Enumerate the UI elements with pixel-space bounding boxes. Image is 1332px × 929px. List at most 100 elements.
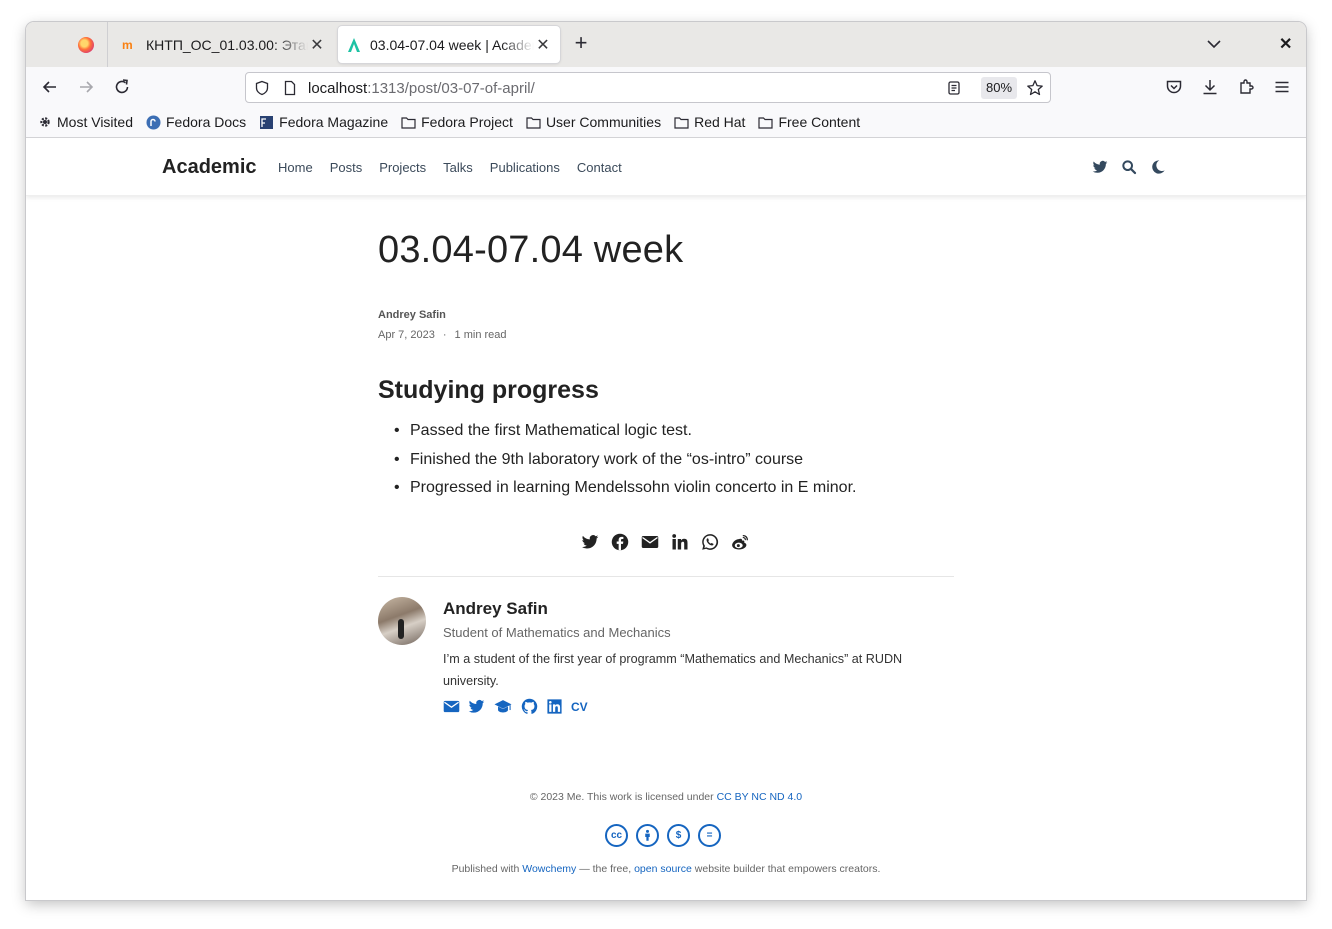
author-name[interactable]: Andrey Safin bbox=[443, 599, 548, 619]
new-tab-button[interactable]: + bbox=[570, 32, 592, 55]
bookmark-label: Red Hat bbox=[694, 114, 746, 130]
bookmark-label: Fedora Magazine bbox=[279, 114, 389, 130]
chevron-down-icon[interactable] bbox=[1204, 34, 1224, 54]
post-author[interactable]: Andrey Safin bbox=[378, 309, 446, 321]
url-path: :1313/post/03-07-of-april/ bbox=[367, 80, 535, 97]
window-close-icon[interactable]: ✕ bbox=[1279, 34, 1292, 54]
menu-item-talks[interactable]: Talks bbox=[443, 160, 473, 175]
twitter-icon[interactable] bbox=[1092, 159, 1108, 175]
back-arrow-icon[interactable] bbox=[40, 77, 60, 97]
url-host: localhost bbox=[308, 80, 368, 97]
non-commercial-icon: $ bbox=[667, 824, 690, 847]
search-icon[interactable] bbox=[1121, 159, 1137, 175]
moon-icon[interactable] bbox=[1150, 159, 1166, 175]
download-icon[interactable] bbox=[1200, 77, 1220, 97]
url-text[interactable]: localhost:1313/post/03-07-of-april/ bbox=[308, 80, 535, 97]
bookmark-free-content[interactable]: Free Content bbox=[758, 114, 860, 130]
weibo-icon[interactable] bbox=[731, 533, 749, 551]
tab-close-icon[interactable]: ✕ bbox=[534, 35, 552, 55]
avatar bbox=[378, 597, 426, 645]
fedora-magazine-icon bbox=[260, 115, 274, 129]
bookmark-label: Fedora Docs bbox=[166, 114, 247, 130]
copyright-text: © 2023 Me. This work is licensed under bbox=[529, 791, 717, 803]
bookmark-label: Free Content bbox=[778, 114, 861, 130]
pocket-icon[interactable] bbox=[1164, 77, 1184, 97]
reload-icon[interactable] bbox=[112, 77, 132, 97]
tab-title: КНТП_ОС_01.03.00: Этап bbox=[146, 36, 308, 53]
license-link[interactable]: CC BY NC ND 4.0 bbox=[717, 791, 803, 803]
list-item: Finished the 9th laboratory work of the … bbox=[378, 451, 856, 480]
url-bar[interactable]: localhost:1313/post/03-07-of-april/ 80% bbox=[245, 72, 1051, 103]
bookmark-fedora-project[interactable]: Fedora Project bbox=[401, 114, 513, 130]
folder-icon bbox=[526, 116, 541, 129]
linkedin-icon[interactable] bbox=[671, 533, 689, 551]
shield-icon[interactable] bbox=[254, 80, 270, 96]
menu-item-home[interactable]: Home bbox=[278, 160, 313, 175]
copyright-notice: © 2023 Me. This work is licensed under C… bbox=[26, 791, 1306, 803]
envelope-icon[interactable] bbox=[641, 533, 659, 551]
license-icons: cc $ = bbox=[605, 824, 721, 847]
menu-item-posts[interactable]: Posts bbox=[330, 160, 363, 175]
bookmark-most-visited[interactable]: Most Visited bbox=[38, 114, 133, 130]
list-item: Passed the first Mathematical logic test… bbox=[378, 422, 856, 451]
extensions-icon[interactable] bbox=[1236, 77, 1256, 97]
navigation-toolbar: localhost:1313/post/03-07-of-april/ 80% bbox=[26, 67, 1306, 107]
firefox-icon bbox=[78, 37, 94, 53]
zoom-indicator[interactable]: 80% bbox=[981, 77, 1017, 99]
reading-time: 1 min read bbox=[454, 329, 507, 341]
bookmark-label: User Communities bbox=[545, 114, 662, 130]
author-bio: I’m a student of the first year of progr… bbox=[443, 652, 903, 688]
tab-moodle[interactable]: m КНТП_ОС_01.03.00: Этап ✕ bbox=[118, 26, 332, 63]
twitter-icon[interactable] bbox=[468, 698, 485, 715]
section-heading: Studying progress bbox=[378, 376, 599, 404]
site-menu: Home Posts Projects Talks Publications C… bbox=[278, 160, 622, 175]
open-source-link[interactable]: open source bbox=[634, 863, 692, 875]
bookmark-label: Fedora Project bbox=[421, 114, 513, 130]
gear-icon bbox=[40, 117, 50, 127]
page-icon[interactable] bbox=[282, 80, 298, 96]
bookmark-fedora-magazine[interactable]: Fedora Magazine bbox=[259, 114, 388, 130]
fedora-icon bbox=[146, 115, 161, 129]
post-title: 03.04-07.04 week bbox=[378, 229, 684, 271]
moodle-icon: m bbox=[122, 37, 133, 52]
bookmark-red-hat[interactable]: Red Hat bbox=[674, 114, 745, 130]
divider bbox=[378, 576, 954, 577]
forward-arrow-icon[interactable] bbox=[76, 77, 96, 97]
star-icon[interactable] bbox=[1026, 79, 1044, 97]
firefox-view-button[interactable] bbox=[26, 22, 108, 67]
cv-link[interactable]: CV bbox=[571, 700, 588, 714]
bookmarks-toolbar: Most Visited Fedora Docs Fedora Magazine… bbox=[26, 107, 1306, 138]
twitter-icon[interactable] bbox=[581, 533, 599, 551]
github-icon[interactable] bbox=[521, 698, 538, 715]
bookmark-label: Most Visited bbox=[57, 114, 133, 130]
whatsapp-icon[interactable] bbox=[701, 533, 719, 551]
post-meta: Apr 7, 2023 · 1 min read bbox=[378, 329, 507, 341]
menu-item-projects[interactable]: Projects bbox=[379, 160, 426, 175]
tab-active[interactable]: 03.04-07.04 week | Academic ✕ bbox=[338, 26, 560, 63]
wowchemy-link[interactable]: Wowchemy bbox=[522, 863, 576, 875]
list-item: Progressed in learning Mendelssohn violi… bbox=[378, 479, 856, 508]
meta-separator: · bbox=[442, 329, 447, 341]
tab-title: 03.04-07.04 week | Academic bbox=[370, 36, 534, 53]
author-social-links: CV bbox=[443, 698, 588, 715]
menu-hamburger-icon[interactable] bbox=[1272, 77, 1292, 97]
envelope-icon[interactable] bbox=[443, 698, 460, 715]
bookmark-user-communities[interactable]: User Communities bbox=[526, 114, 661, 130]
published-middle: — the free, bbox=[576, 863, 635, 875]
reader-view-icon[interactable] bbox=[946, 80, 962, 96]
academic-icon bbox=[348, 37, 360, 52]
share-buttons bbox=[581, 533, 749, 551]
post-date: Apr 7, 2023 bbox=[378, 329, 435, 341]
facebook-icon[interactable] bbox=[611, 533, 629, 551]
no-derivatives-icon: = bbox=[698, 824, 721, 847]
published-suffix: website builder that empowers creators. bbox=[691, 863, 881, 875]
menu-item-publications[interactable]: Publications bbox=[490, 160, 560, 175]
menu-item-contact[interactable]: Contact bbox=[577, 160, 622, 175]
linkedin-icon[interactable] bbox=[546, 698, 563, 715]
folder-icon bbox=[674, 116, 689, 129]
tab-close-icon[interactable]: ✕ bbox=[308, 35, 326, 55]
site-brand[interactable]: Academic bbox=[162, 156, 257, 179]
bookmark-fedora-docs[interactable]: Fedora Docs bbox=[146, 114, 246, 130]
graduation-cap-icon[interactable] bbox=[493, 698, 513, 715]
attribution-icon bbox=[636, 824, 659, 847]
